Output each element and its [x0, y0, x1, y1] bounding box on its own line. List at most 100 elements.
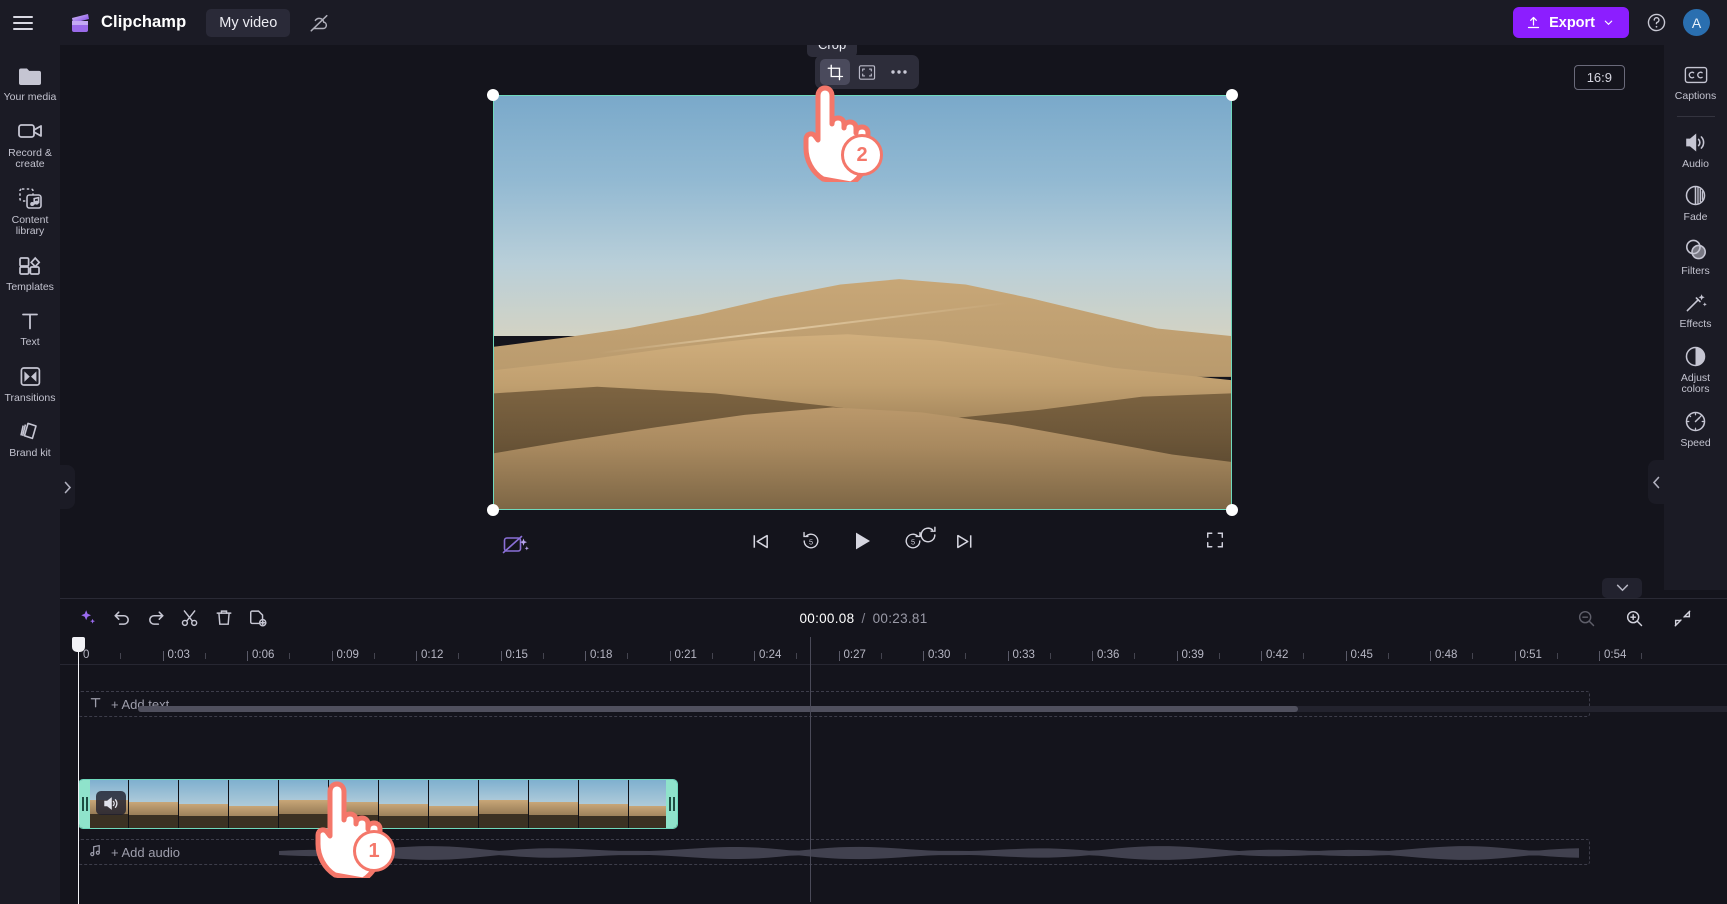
sidebar-item-captions[interactable]: Captions: [1664, 55, 1727, 109]
sidebar-label: Record & create: [8, 146, 52, 170]
ruler-label: 0:48: [1435, 649, 1458, 661]
sidebar-item-text[interactable]: Text: [0, 300, 60, 356]
sparkle-icon[interactable]: [75, 605, 101, 631]
forward-5s-icon[interactable]: 5: [900, 528, 926, 554]
fullscreen-icon[interactable]: [1205, 530, 1229, 554]
left-rail-collapse-button[interactable]: [59, 465, 75, 509]
avatar[interactable]: A: [1683, 9, 1710, 36]
sidebar-item-templates[interactable]: Templates: [0, 245, 60, 301]
ruler-label: 0:21: [674, 649, 697, 661]
clip-thumbnail: [179, 780, 229, 828]
redo-arrow-icon[interactable]: [143, 605, 169, 631]
filters-overlap-icon: [1684, 237, 1708, 262]
duplicate-icon[interactable]: [245, 605, 271, 631]
timeline-tracks: + Add text + Add audio: [60, 691, 1727, 865]
media-end-line: [810, 637, 812, 902]
sidebar-item-transitions[interactable]: Transitions: [0, 356, 60, 412]
export-button[interactable]: Export: [1513, 7, 1629, 38]
clip-volume-button[interactable]: [96, 791, 126, 815]
text-t-icon: [19, 308, 41, 333]
sidebar-item-audio[interactable]: Audio: [1664, 123, 1727, 177]
speaker-icon: [1684, 130, 1708, 155]
crop-handle-top-right[interactable]: [1226, 89, 1238, 101]
help-circle-icon[interactable]: [1643, 10, 1669, 36]
right-rail-collapse-button[interactable]: [1648, 460, 1664, 504]
playhead-handle[interactable]: [71, 637, 85, 652]
video-preview[interactable]: [493, 95, 1232, 510]
sidebar-label: Audio: [1682, 157, 1709, 170]
clip-trim-handle-right[interactable]: [666, 780, 677, 828]
preview-controls-bar: 5 5: [60, 525, 1664, 585]
floating-toolbar: [815, 55, 919, 89]
ruler-label: 0:30: [928, 649, 951, 661]
audio-track-label: + Add audio: [111, 844, 181, 860]
undo-arrow-icon[interactable]: [109, 605, 135, 631]
sidebar-item-your-media[interactable]: Your media: [0, 55, 60, 111]
text-track-placeholder[interactable]: + Add text: [78, 691, 1590, 717]
trash-icon[interactable]: [211, 605, 237, 631]
cloud-off-icon[interactable]: [306, 10, 332, 36]
sidebar-item-adjust-colors[interactable]: Adjust colors: [1664, 337, 1727, 402]
crop-button[interactable]: [820, 59, 850, 85]
crop-handle-bottom-left[interactable]: [487, 504, 499, 516]
sidebar-label: Templates: [6, 280, 54, 293]
clip-thumbnail: [529, 780, 579, 828]
sidebar-item-filters[interactable]: Filters: [1664, 230, 1727, 284]
more-options-button[interactable]: [884, 59, 914, 85]
crop-handle-bottom-right[interactable]: [1226, 504, 1238, 516]
sidebar-item-brand-kit[interactable]: Brand kit: [0, 411, 60, 467]
ruler-tick: [1599, 651, 1600, 661]
timeline-ruler[interactable]: 0 0:03 0:06 0:09 0:12 0:15 0:18 0:21 0:24 0:27 0:3…: [60, 637, 1727, 904]
ruler-tick: [1430, 651, 1431, 661]
project-name-field[interactable]: My video: [206, 8, 291, 37]
ruler-tick: [669, 651, 671, 661]
chevron-right-icon: [64, 481, 71, 493]
fit-to-frame-button[interactable]: [852, 59, 882, 85]
sidebar-label: Your media: [3, 91, 57, 103]
aspect-ratio-badge[interactable]: 16:9: [1573, 65, 1625, 90]
ruler-tick-minor: [1556, 653, 1558, 659]
play-button[interactable]: [849, 528, 875, 554]
clip-trim-handle-left[interactable]: [79, 780, 90, 828]
background-remove-disabled-icon[interactable]: [502, 533, 532, 561]
hamburger-menu-icon[interactable]: [0, 0, 46, 45]
clip-thumbnail: [129, 780, 179, 828]
sidebar-label: Speed: [1680, 436, 1711, 449]
audio-track-placeholder[interactable]: + Add audio: [78, 839, 1590, 865]
zoom-out-icon[interactable]: [1573, 605, 1599, 631]
fade-circle-icon: [1684, 183, 1707, 208]
clip-thumbnails: [79, 780, 677, 828]
skip-previous-icon[interactable]: [747, 528, 773, 554]
crop-handle-top-left[interactable]: [487, 89, 499, 101]
scissors-icon[interactable]: [177, 605, 203, 631]
zoom-in-icon[interactable]: [1621, 605, 1647, 631]
timeline-collapse-button[interactable]: [1602, 578, 1642, 598]
horizontal-scrollbar-thumb[interactable]: [138, 706, 1298, 712]
ruler-tick-minor: [1049, 653, 1051, 659]
ruler-tick: [838, 651, 840, 661]
ruler-label: 0:33: [1012, 649, 1035, 661]
sidebar-item-effects[interactable]: Effects: [1664, 283, 1727, 337]
svg-text:5: 5: [809, 537, 813, 546]
audio-waveform: [279, 846, 1579, 860]
ruler-tick: [1345, 651, 1347, 661]
ruler-tick-minor: [1134, 653, 1136, 659]
sidebar-item-record-create[interactable]: Record & create: [0, 111, 60, 178]
rewind-5s-icon[interactable]: 5: [798, 528, 824, 554]
ruler-tick: [162, 651, 164, 661]
ruler-label: 0:18: [590, 649, 613, 661]
clip-thumbnail: [429, 780, 479, 828]
sidebar-item-content-library[interactable]: Content library: [0, 178, 60, 245]
ruler-tick-minor: [1218, 653, 1220, 659]
sidebar-item-fade[interactable]: Fade: [1664, 176, 1727, 230]
timeline-clip[interactable]: [78, 779, 678, 829]
ruler-tick-minor: [1472, 653, 1474, 659]
sidebar-item-speed[interactable]: Speed: [1664, 402, 1727, 456]
ruler-tick: [416, 651, 417, 661]
playhead-line: [77, 652, 79, 904]
skip-next-icon[interactable]: [951, 528, 977, 554]
ruler-tick-minor: [1387, 653, 1389, 659]
fit-timeline-icon[interactable]: [1669, 605, 1695, 631]
brand-name: Clipchamp: [101, 13, 187, 31]
ruler-tick-minor: [796, 653, 798, 659]
